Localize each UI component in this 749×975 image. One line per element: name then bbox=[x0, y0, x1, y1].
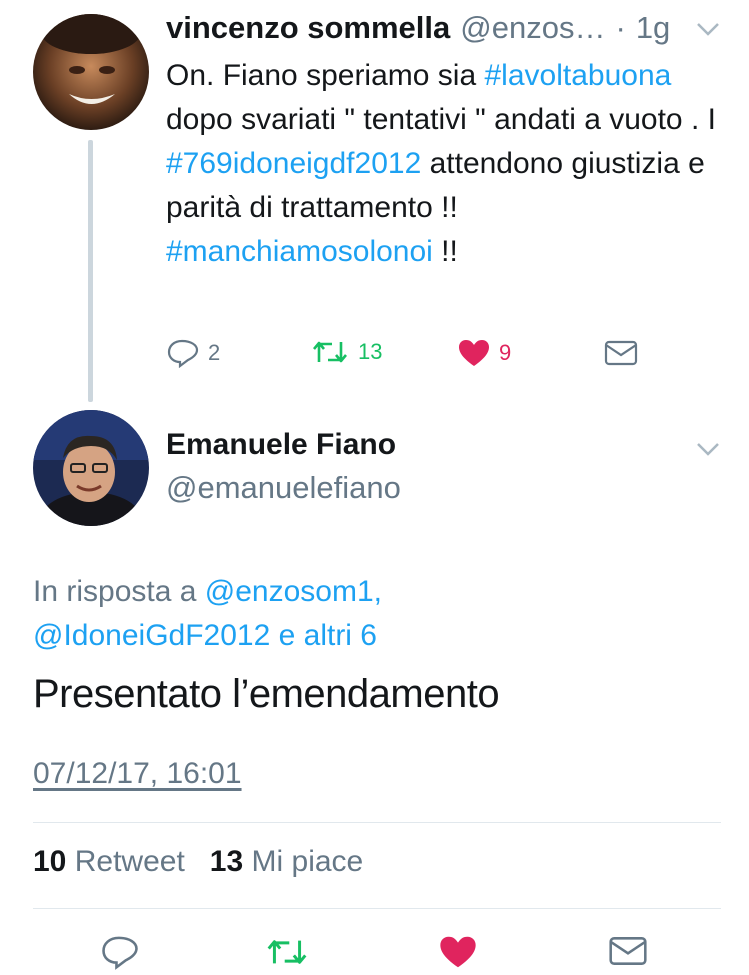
retweet-count: 13 bbox=[358, 339, 383, 364]
chevron-down-icon[interactable] bbox=[696, 442, 720, 461]
avatar-emanuele-fiano[interactable] bbox=[33, 410, 149, 526]
hashtag-manchiamosolonoi[interactable]: #manchiamosolonoi bbox=[166, 235, 433, 268]
text-part: !! bbox=[432, 235, 458, 268]
main-reply-button[interactable] bbox=[100, 934, 140, 975]
like-count: 9 bbox=[499, 340, 512, 365]
retweet-total: 10 bbox=[33, 845, 67, 878]
main-tweet-text: Presentato l’emendamento bbox=[33, 672, 500, 716]
heart-icon bbox=[459, 340, 489, 366]
reply-tweet-header: vincenzo sommella @enzos… · 1g bbox=[166, 10, 686, 46]
reply-icon bbox=[102, 936, 138, 970]
mention-idoneigdf2012[interactable]: @IdoneiGdF2012 e altri 6 bbox=[33, 619, 377, 652]
heart-icon bbox=[440, 936, 476, 968]
tweet-time[interactable]: 1g bbox=[636, 10, 670, 46]
text-part: dopo svariati " tentativi " andati a vuo… bbox=[166, 103, 716, 136]
reply-prefix: In risposta a bbox=[33, 575, 205, 608]
main-dm-button[interactable] bbox=[608, 936, 648, 971]
likes-stat[interactable]: 13 Mi piace bbox=[210, 845, 363, 878]
reply-count: 2 bbox=[208, 340, 221, 365]
author-handle[interactable]: @emanuelefiano bbox=[166, 470, 401, 506]
text-part: On. Fiano speriamo sia bbox=[166, 59, 485, 92]
chevron-down-icon[interactable] bbox=[696, 22, 720, 41]
author-handle[interactable]: @enzos… bbox=[460, 10, 605, 46]
dm-action[interactable] bbox=[604, 340, 638, 366]
retweet-label: Retweet bbox=[74, 845, 185, 878]
tweet-timestamp[interactable]: 07/12/17, 16:01 bbox=[33, 757, 242, 791]
like-label: Mi piace bbox=[251, 845, 364, 878]
hashtag-lavoltabuona[interactable]: #lavoltabuona bbox=[484, 59, 671, 92]
reply-icon bbox=[167, 339, 199, 368]
mention-enzosom1[interactable]: @enzosom1, bbox=[205, 575, 382, 608]
retweet-action[interactable]: 13 bbox=[310, 338, 382, 366]
retweet-icon bbox=[313, 341, 347, 363]
divider bbox=[33, 822, 721, 823]
main-like-button[interactable] bbox=[438, 934, 478, 975]
reply-tweet-text: On. Fiano speriamo sia #lavoltabuona dop… bbox=[166, 54, 726, 274]
divider bbox=[33, 908, 721, 909]
separator-dot: · bbox=[615, 10, 626, 45]
reply-context: In risposta a @enzosom1, @IdoneiGdF2012 … bbox=[33, 570, 382, 658]
reply-action[interactable]: 2 bbox=[166, 338, 220, 368]
main-retweet-button[interactable] bbox=[264, 936, 310, 973]
dm-icon bbox=[609, 937, 647, 965]
thread-line bbox=[88, 140, 93, 402]
hashtag-769idoneigdf2012[interactable]: #769idoneigdf2012 bbox=[166, 147, 421, 180]
like-action[interactable]: 9 bbox=[457, 338, 511, 368]
avatar-vincenzo[interactable] bbox=[33, 14, 149, 130]
retweets-stat[interactable]: 10 Retweet bbox=[33, 845, 185, 878]
tweet-stats: 10 Retweet 13 Mi piace bbox=[33, 845, 363, 879]
dm-icon bbox=[604, 340, 638, 366]
retweet-icon bbox=[267, 940, 307, 964]
author-name[interactable]: vincenzo sommella bbox=[166, 10, 450, 46]
like-total: 13 bbox=[209, 845, 244, 878]
author-name[interactable]: Emanuele Fiano bbox=[166, 428, 396, 462]
